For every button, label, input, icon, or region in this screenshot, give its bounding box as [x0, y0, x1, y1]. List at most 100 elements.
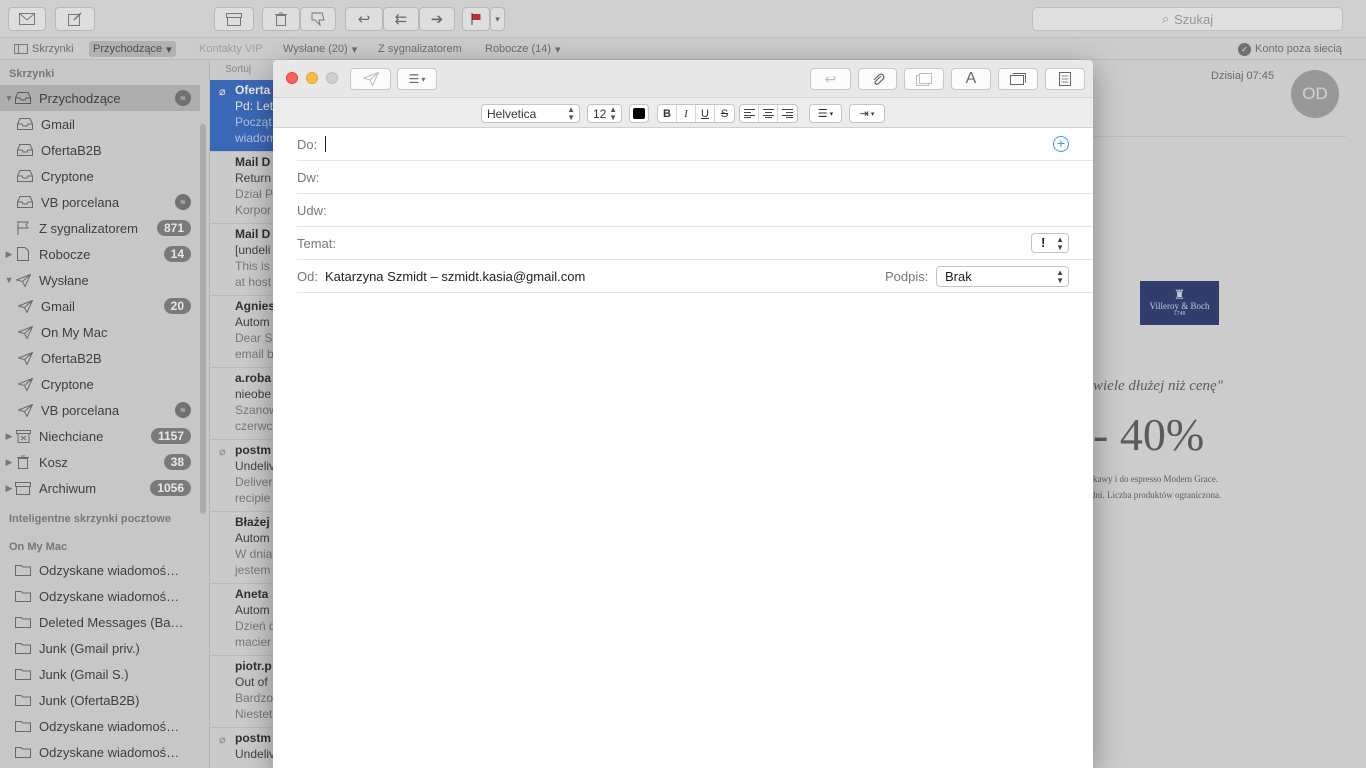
message-sender: Aneta	[235, 587, 269, 601]
sidebar-item-local-folder[interactable]: Junk (Gmail S.)	[0, 661, 200, 687]
bcc-field-row[interactable]: Udw:	[297, 194, 1093, 227]
sidebar-item-inbox-ofertab2b[interactable]: OfertaB2B	[0, 137, 200, 163]
to-field-row[interactable]: Do: +	[297, 128, 1093, 161]
sidebar-item-sent-vb-porcelana[interactable]: VB porcelana ≈	[0, 397, 200, 423]
flag-menu-button[interactable]: ▾	[490, 7, 505, 31]
delete-button[interactable]	[262, 7, 300, 31]
unread-count-badge: 20	[163, 298, 191, 314]
sidebar-item-local-folder[interactable]: Odzyskane wiadomoś…	[0, 583, 200, 609]
message-row[interactable]: a.roba nieobe Szanow czerwc	[210, 368, 273, 440]
message-row[interactable]: Mail D Return Dział P Korpor	[210, 152, 273, 224]
sidebar-item-sent[interactable]: ▼ Wysłane	[0, 267, 200, 293]
message-row[interactable]: Błażej Autom W dnia jestem	[210, 512, 273, 584]
reply-button[interactable]: ↩	[810, 68, 851, 90]
align-right-button[interactable]	[778, 105, 797, 122]
format-button[interactable]: A	[951, 68, 991, 90]
message-row[interactable]: ⌀ Oferta Pd: Let Począt wiadom	[210, 80, 273, 152]
disclosure-open-icon[interactable]: ▼	[4, 275, 14, 285]
minimize-window-button[interactable]	[306, 72, 318, 84]
section-on-my-mac-heading[interactable]: On My Mac	[9, 541, 67, 553]
disclosure-closed-icon[interactable]: ▶	[4, 483, 14, 494]
sidebar-item-junk[interactable]: ▶ Niechciane 1157	[0, 423, 200, 449]
section-smart-mailboxes-heading[interactable]: Inteligentne skrzynki pocztowe	[9, 513, 171, 525]
sidebar-item-archive[interactable]: ▶ Archiwum 1056	[0, 475, 200, 501]
fav-mailboxes[interactable]: Skrzynki	[14, 41, 74, 57]
text-color-well[interactable]	[629, 104, 649, 123]
message-row[interactable]: Agnies Autom Dear S email b	[210, 296, 273, 368]
fav-flagged[interactable]: Z sygnalizatorem	[378, 41, 462, 57]
align-left-button[interactable]	[740, 105, 759, 122]
archive-button[interactable]	[214, 7, 254, 31]
list-style-select[interactable]: ☰ ▾	[809, 104, 842, 123]
reply-all-button[interactable]: ⇇	[383, 7, 419, 31]
message-preview: recipie	[235, 491, 271, 505]
disclosure-closed-icon[interactable]: ▶	[4, 431, 14, 442]
flag-button[interactable]	[462, 7, 490, 31]
sidebar-item-local-folder[interactable]: Junk (OfertaB2B)	[0, 687, 200, 713]
font-family-select[interactable]: Helvetica ▲ ▼	[481, 104, 580, 123]
cc-field-row[interactable]: Dw:	[297, 161, 1093, 194]
add-contact-icon[interactable]: +	[1053, 136, 1069, 152]
send-button[interactable]	[350, 68, 391, 90]
disclosure-closed-icon[interactable]: ▶	[4, 249, 14, 260]
attach-button[interactable]	[858, 68, 897, 90]
strikethrough-button[interactable]: S	[715, 105, 734, 122]
sidebar-item-local-folder[interactable]: Junk (Gmail priv.)	[0, 635, 200, 661]
bold-button[interactable]: B	[658, 105, 677, 122]
sidebar-item-flagged[interactable]: Z sygnalizatorem 871	[0, 215, 200, 241]
villeroy-boch-logo[interactable]: ♜ Villeroy & Boch 1748	[1140, 281, 1219, 325]
message-row[interactable]: ⌀ postm Undeliv Deliver recipie	[210, 440, 273, 512]
fav-drafts[interactable]: Robocze (14) ▾	[485, 41, 561, 57]
close-window-button[interactable]	[286, 72, 298, 84]
sidebar-item-local-folder[interactable]: Odzyskane wiadomoś…	[0, 713, 200, 739]
stationery-button[interactable]	[1045, 68, 1085, 90]
signature-select[interactable]: Brak ▲ ▼	[936, 266, 1069, 287]
sidebar-item-sent-gmail[interactable]: Gmail 20	[0, 293, 200, 319]
fav-sent[interactable]: Wysłane (20) ▾	[283, 41, 357, 57]
window-button[interactable]	[998, 68, 1038, 90]
sidebar-item-inbox-gmail[interactable]: Gmail	[0, 111, 200, 137]
sidebar-item-inbox-cryptone[interactable]: Cryptone	[0, 163, 200, 189]
disclosure-closed-icon[interactable]: ▶	[4, 457, 14, 468]
sidebar-item-inbox-vb-porcelana[interactable]: VB porcelana ≈	[0, 189, 200, 215]
disclosure-open-icon[interactable]: ▼	[4, 93, 14, 103]
forward-button[interactable]: ➔	[419, 7, 455, 31]
sidebar-scrollbar[interactable]	[200, 124, 206, 514]
align-center-button[interactable]	[759, 105, 778, 122]
photo-browser-button[interactable]	[904, 68, 944, 90]
sidebar-item-local-folder[interactable]: Deleted Messages (Ba…	[0, 609, 200, 635]
sidebar-item-local-folder[interactable]: Odzyskane wiadomoś…	[0, 739, 200, 765]
indent-select[interactable]: ⇥ ▾	[849, 104, 885, 123]
reply-arrow-icon: ↩	[824, 70, 837, 87]
reply-button[interactable]: ↩	[345, 7, 383, 31]
priority-select[interactable]: ! ▲ ▼	[1031, 233, 1069, 253]
message-row[interactable]: piotr.p Out of Bardzo Niestet	[210, 656, 273, 728]
fav-inbox[interactable]: Przychodzące ▾	[89, 41, 176, 57]
junk-button[interactable]	[300, 7, 336, 31]
underline-button[interactable]: U	[696, 105, 715, 122]
font-size-select[interactable]: 12 ▲ ▼	[587, 104, 622, 123]
sidebar-item-sent-onmymac[interactable]: On My Mac	[0, 319, 200, 345]
italic-button[interactable]: I	[677, 105, 696, 122]
sort-label[interactable]: Sortuj	[225, 64, 251, 75]
offline-status[interactable]: ✓ Konto poza siecią	[1238, 41, 1342, 57]
sidebar-item-trash[interactable]: ▶ Kosz 38	[0, 449, 200, 475]
message-row[interactable]: Mail D [undeli This is at host	[210, 224, 273, 296]
header-fields-button[interactable]: ☰ ▾	[397, 68, 437, 90]
from-account-select[interactable]: Katarzyna Szmidt – szmidt.kasia@gmail.co…	[325, 269, 585, 284]
sidebar-item-local-folder[interactable]: Odzyskane wiadomoś…	[0, 557, 200, 583]
message-row[interactable]: ⌀ postm Undeliv	[210, 728, 273, 768]
compose-button[interactable]	[55, 7, 95, 31]
fav-vip-label: Kontakty VIP	[199, 43, 263, 55]
sidebar-item-drafts[interactable]: ▶ Robocze 14	[0, 241, 200, 267]
sidebar-item-sent-cryptone[interactable]: Cryptone	[0, 371, 200, 397]
search-field[interactable]: ⌕ Szukaj	[1032, 7, 1343, 31]
message-row[interactable]: Aneta Autom Dzień d macier	[210, 584, 273, 656]
message-body-editor[interactable]	[273, 294, 1093, 768]
subject-field-row[interactable]: Temat: ! ▲ ▼	[297, 227, 1093, 260]
sidebar-item-sent-ofertab2b[interactable]: OfertaB2B	[0, 345, 200, 371]
zoom-window-button[interactable]	[326, 72, 338, 84]
sidebar-item-inbox[interactable]: ▼ Przychodzące ≈	[0, 85, 200, 111]
get-mail-button[interactable]	[8, 7, 46, 31]
fav-vip[interactable]: Kontakty VIP	[199, 41, 263, 57]
